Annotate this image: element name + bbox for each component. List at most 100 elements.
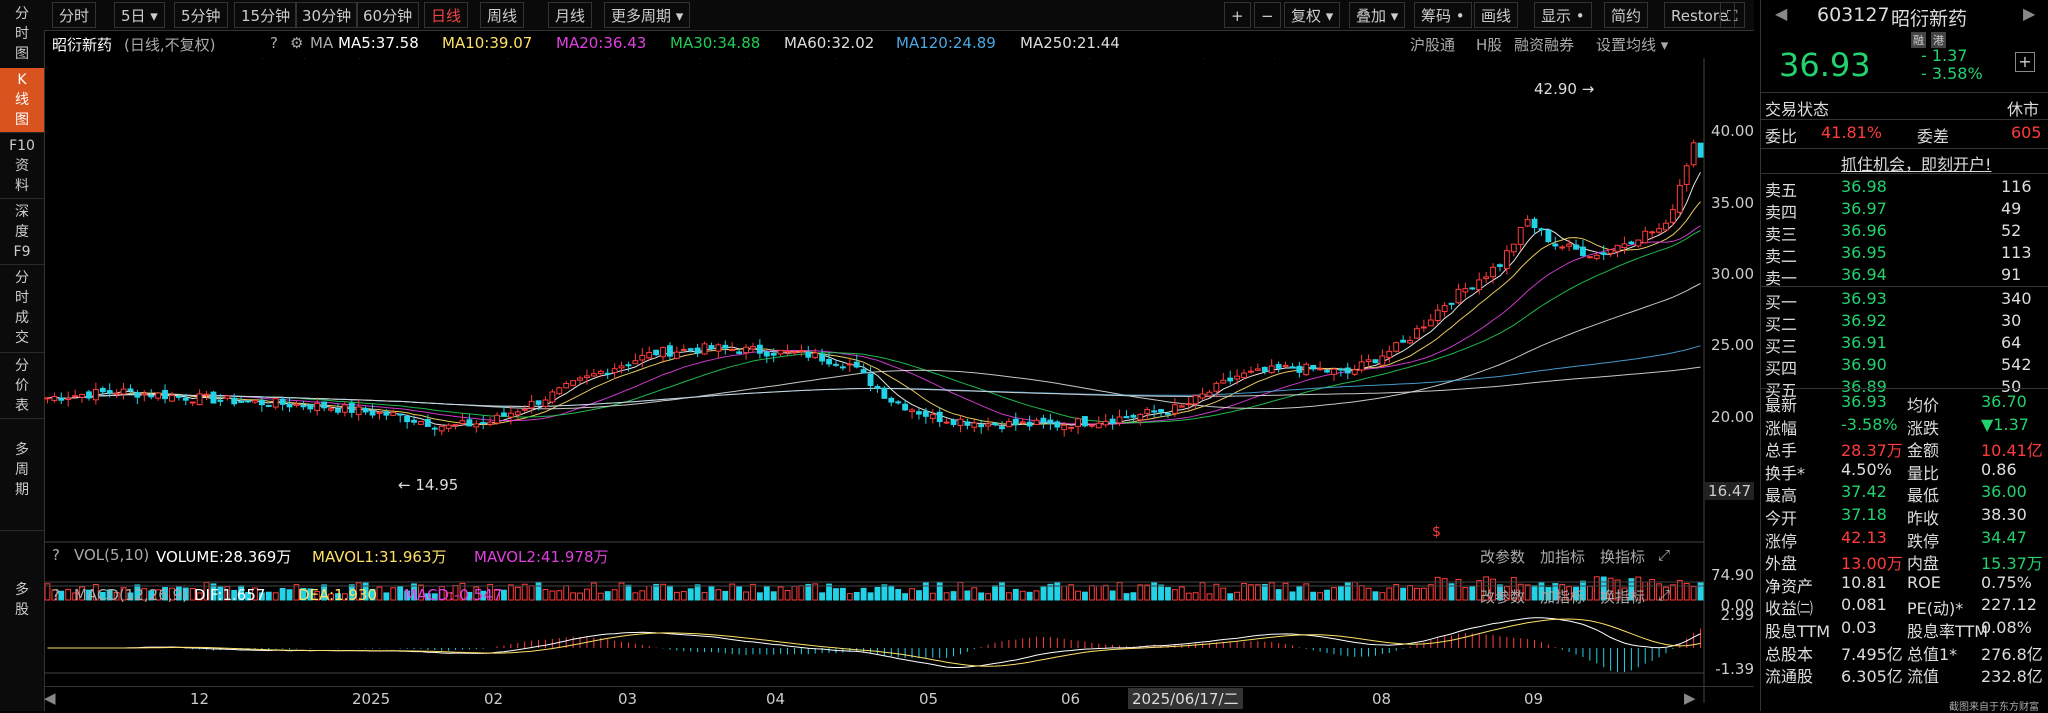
period-daily[interactable]: 日线 — [424, 2, 469, 28]
bid-row[interactable]: 买三 36.91 64 — [1761, 332, 2048, 356]
level-volume: 113 — [2001, 243, 2032, 262]
marker-icon: ⬍ — [502, 58, 513, 62]
stat-label: 流值 — [1907, 667, 1940, 687]
bid-row[interactable]: 买二 36.92 30 — [1761, 310, 2048, 334]
vol-params-button[interactable]: 改参数 — [1480, 546, 1525, 567]
adjust-button[interactable]: 复权 ▾ — [1284, 2, 1341, 28]
period-15min[interactable]: 15分钟 — [234, 2, 298, 28]
price-tick: 40.00 — [1711, 122, 1754, 140]
next-stock-icon[interactable]: ▶ — [2023, 4, 2035, 23]
settings-icon[interactable]: ⚙ — [290, 34, 303, 52]
link-hk-connect[interactable]: 沪股通 — [1410, 34, 1455, 55]
price-change-pct: - 3.58% — [1921, 64, 1983, 83]
candle — [1171, 404, 1178, 414]
help-icon[interactable]: ? — [270, 34, 278, 52]
level-price: 36.90 — [1841, 355, 1887, 374]
marker-icon: ⬍ — [604, 58, 615, 62]
draw-button[interactable]: 画线 — [1474, 2, 1519, 28]
ask-row[interactable]: 卖五 36.98 116 — [1761, 176, 2048, 200]
marker-icon: ✱ — [314, 58, 325, 62]
candle — [978, 424, 985, 428]
candle — [113, 392, 120, 395]
vol-add-indicator-button[interactable]: 加指标 — [1540, 546, 1585, 567]
open-account-banner[interactable]: 抓住机会，即刻开户! — [1761, 148, 2048, 174]
zoom-out-button[interactable]: − — [1254, 2, 1281, 28]
tab-kline[interactable]: K线图 — [0, 68, 44, 133]
period-weekly[interactable]: 周线 — [480, 2, 525, 28]
period-more[interactable]: 更多周期 ▾ — [604, 2, 691, 28]
candle — [459, 420, 466, 425]
tab-f10[interactable]: F10 资料 — [0, 134, 44, 199]
tab-trades[interactable]: 分时成交 — [0, 266, 44, 353]
bid-row[interactable]: 买一 36.93 340 — [1761, 288, 2048, 312]
marker-icon: ✱ — [1229, 58, 1240, 62]
stat-value: 0.03 — [1841, 618, 1877, 637]
candle — [120, 388, 127, 395]
overlay-button[interactable]: 叠加 ▾ — [1349, 2, 1406, 28]
tab-depth[interactable]: 深度 F9 — [0, 200, 44, 265]
set-ma-button[interactable]: 设置均线 ▾ — [1596, 34, 1668, 55]
candle — [1137, 413, 1144, 421]
stat-row: 股息TTM 0.03 股息率TTM 0.08% — [1761, 617, 2048, 641]
stat-value: 36.00 — [1981, 482, 2027, 502]
banner-link[interactable]: 抓住机会，即刻开户! — [1841, 151, 1991, 175]
tab-intraday[interactable]: 分时图 — [0, 0, 44, 69]
level-volume: 542 — [2001, 355, 2032, 374]
tab-price-table[interactable]: 分价表 — [0, 354, 44, 419]
level-price: 36.93 — [1841, 289, 1887, 308]
marker-icon: ⬍ — [1199, 58, 1210, 62]
ma20-value: MA20:36.43 — [556, 34, 647, 52]
candle — [1068, 426, 1075, 429]
bid-row[interactable]: 买四 36.90 542 — [1761, 354, 2048, 378]
period-5min[interactable]: 5分钟 — [174, 2, 228, 28]
display-button[interactable]: 显示 • — [1534, 2, 1592, 28]
ma-label: MA — [310, 34, 334, 52]
candle — [1331, 368, 1337, 375]
candle — [1310, 364, 1317, 370]
price-tick: 30.00 — [1711, 265, 1754, 283]
ask-row[interactable]: 卖一 36.94 91 — [1761, 264, 2048, 288]
macd-expand-icon[interactable]: ⤢ — [1658, 586, 1670, 604]
period-intraday[interactable]: 分时 — [52, 2, 97, 28]
prev-stock-icon[interactable]: ◀ — [1775, 4, 1787, 23]
vol-expand-icon[interactable]: ⤢ — [1658, 546, 1670, 564]
candle — [819, 353, 826, 362]
chips-button[interactable]: 筹码 • — [1414, 2, 1472, 28]
stat-value: -3.58% — [1841, 414, 1898, 434]
macd-help-icon[interactable]: ? — [52, 586, 60, 604]
ask-row[interactable]: 卖四 36.97 49 — [1761, 198, 2048, 222]
candle — [1130, 414, 1137, 418]
zoom-in-button[interactable]: + — [1224, 2, 1251, 28]
candle — [1559, 246, 1566, 249]
macd-add-indicator-button[interactable]: 加指标 — [1540, 586, 1585, 607]
simple-button[interactable]: 简约 — [1604, 2, 1649, 28]
vol-help-icon[interactable]: ? — [52, 546, 60, 564]
period-60min[interactable]: 60分钟 — [356, 2, 420, 28]
period-monthly[interactable]: 月线 — [548, 2, 593, 28]
add-watch-icon[interactable]: + — [2015, 52, 2035, 72]
link-margin[interactable]: 融资融券 — [1514, 34, 1574, 55]
ask-row[interactable]: 卖三 36.96 52 — [1761, 220, 2048, 244]
period-5day[interactable]: 5日 ▾ — [114, 2, 165, 28]
macd-switch-indicator-button[interactable]: 换指标 — [1600, 586, 1645, 607]
candle — [736, 351, 743, 354]
candle — [404, 415, 411, 423]
stat-label: 最高 — [1765, 486, 1798, 506]
tab-multi-stock[interactable]: 多股 — [0, 520, 44, 680]
scroll-right-icon[interactable]: ▶ — [1684, 689, 1696, 707]
tab-multi-period[interactable]: 多周期 — [0, 420, 44, 531]
stat-label: 跌停 — [1907, 531, 1940, 551]
candle — [1109, 418, 1116, 424]
level-price: 36.95 — [1841, 243, 1887, 262]
period-30min[interactable]: 30分钟 — [295, 2, 359, 28]
candle — [452, 424, 459, 427]
macd-params-button[interactable]: 改参数 — [1480, 586, 1525, 607]
link-h-share[interactable]: H股 — [1476, 34, 1502, 55]
vol-switch-indicator-button[interactable]: 换指标 — [1600, 546, 1645, 567]
ask-row[interactable]: 卖二 36.95 113 — [1761, 242, 2048, 266]
candle — [348, 402, 355, 413]
candle — [224, 395, 231, 399]
fullscreen-button[interactable]: ⛶ — [1720, 2, 1745, 28]
candle — [1497, 264, 1503, 267]
scroll-left-icon[interactable]: ◀ — [44, 689, 56, 707]
